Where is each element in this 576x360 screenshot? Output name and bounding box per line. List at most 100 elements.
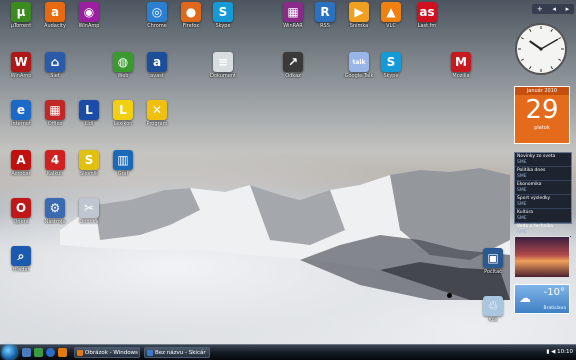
desktop-icon-globe[interactable]: ◍ Web — [106, 52, 140, 79]
desktop-icon-winamp[interactable]: ◉ WinAmp — [72, 2, 106, 29]
desktop-icon-label: Odkaz — [285, 73, 301, 79]
network-icon: ⌂ — [45, 52, 65, 72]
desktop-icon-shortcut[interactable]: ↗ Odkaz — [276, 52, 310, 79]
calendar-month: január 2010 — [515, 87, 569, 95]
desktop-icon-vlc[interactable]: ▲ VLC — [374, 2, 408, 29]
desktop-icon-label: WinAmp — [78, 23, 100, 29]
tools-icon: ⚙ — [45, 198, 65, 218]
desktop-icon-label: Hľadať — [12, 267, 30, 273]
feed-source: SME — [517, 215, 527, 221]
weather-temp: -10° — [543, 287, 565, 298]
winamp-icon: ◉ — [79, 2, 99, 22]
desktop-icon-computer[interactable]: ▣ Počítač — [476, 248, 510, 275]
desktop-icon-avast[interactable]: a avast — [140, 52, 174, 79]
browser-quicklaunch-icon[interactable] — [46, 348, 55, 357]
taskbar-button[interactable]: Bez názvu - Skicár — [144, 347, 210, 358]
desktop-icon-label: Mozilla — [452, 73, 470, 79]
chrome-icon: ◎ — [147, 2, 167, 22]
desktop-icon-winamp2[interactable]: W WinAmp — [4, 52, 38, 79]
desktop-icon-office[interactable]: ▦ Office — [38, 100, 72, 127]
scrabble-icon: S — [79, 150, 99, 170]
desktop-icon-scrabble[interactable]: S Slovník — [72, 150, 106, 177]
volume-icon[interactable]: ◀ — [551, 349, 555, 355]
desktop-icon-opera[interactable]: O Opera — [4, 198, 38, 225]
show-desktop-icon[interactable] — [22, 348, 31, 357]
desktop-icon-label: VLC — [386, 23, 396, 29]
desktop-icon-rss[interactable]: R RSS — [308, 2, 342, 29]
desktop-icon-label: Acrobat — [11, 171, 31, 177]
next-icon[interactable]: ▸ — [566, 5, 570, 13]
desktop-icon-label: Skype — [383, 73, 399, 79]
desktop-icon-app-4[interactable]: 4 Kalkul. — [38, 150, 72, 177]
calendar-weekday: piatok — [534, 125, 550, 131]
audacity-icon: a — [45, 2, 65, 22]
desktop-icon-audacity[interactable]: a Audacity — [38, 2, 72, 29]
weather-gadget[interactable]: ☁ -10° Bratislava — [514, 284, 570, 314]
desktop-icon-skype-top[interactable]: S Skype — [206, 2, 240, 29]
feed-item[interactable]: Veda a technika SME — [515, 223, 571, 237]
desktop-icon-label: Audacity — [44, 23, 66, 29]
desktop-icon-lastfm[interactable]: as Last.fm — [410, 2, 444, 29]
desktop-icon-label: avast — [150, 73, 164, 79]
slideshow-gadget[interactable] — [514, 236, 570, 278]
gtalk-icon: talk — [349, 52, 369, 72]
desktop-icon-search[interactable]: ⌕ Hľadať — [4, 246, 38, 273]
feed-item[interactable]: Novinky zo sveta SME — [515, 153, 571, 167]
desktop-icon-utorrent[interactable]: µ µTorrent — [4, 2, 38, 29]
desktop-icon-lexikon[interactable]: L Lexikón — [106, 100, 140, 127]
calendar-gadget[interactable]: január 2010 29 piatok — [514, 86, 570, 144]
taskbar-button[interactable]: Obrázok - Windows ... — [74, 347, 140, 358]
rss-icon: R — [315, 2, 335, 22]
feed-item[interactable]: Politika dnes SME — [515, 167, 571, 181]
window-icon — [77, 350, 83, 356]
clock-gadget[interactable] — [514, 22, 568, 76]
feed-item[interactable]: Šport výsledky SME — [515, 195, 571, 209]
calendar-day: 29 — [525, 95, 559, 125]
desktop-icon-doc[interactable]: ≡ Dokument — [206, 52, 240, 79]
desktop-icon-lidl[interactable]: L Lidl — [72, 100, 106, 127]
desktop-icon-tools[interactable]: ⚙ Nástroje — [38, 198, 72, 225]
start-button[interactable] — [2, 345, 17, 360]
desktop-icon-chart-app[interactable]: ▥ Graf — [106, 150, 140, 177]
desktop-icon-recycle2[interactable]: ✂ Obnova — [72, 198, 106, 225]
desktop-icon-label: µTorrent — [10, 23, 32, 29]
prev-icon[interactable]: ◂ — [552, 5, 556, 13]
desktop-icon-label: Snímka — [349, 23, 369, 29]
app-4-icon: 4 — [45, 150, 65, 170]
desktop-icon-firefox[interactable]: ● Firefox — [174, 2, 208, 29]
feed-item[interactable]: Kultúra SME — [515, 209, 571, 223]
desktop-icon-label: Graf — [117, 171, 129, 177]
feed-headlines-gadget[interactable]: Novinky zo sveta SME Politika dnes SME Ekono… — [514, 152, 572, 237]
chart-app-icon: ▥ — [113, 150, 133, 170]
sidebar-controls[interactable]: + ◂ ▸ — [532, 4, 574, 14]
tray-clock[interactable]: 10:10 — [557, 349, 573, 355]
desktop-icon-recycle-bin[interactable]: ♲ Kôš — [476, 296, 510, 323]
opera-icon: O — [11, 198, 31, 218]
desktop-icon-app-m[interactable]: M Mozilla — [444, 52, 478, 79]
feed-item[interactable]: Ekonomika SME — [515, 181, 571, 195]
desktop-icon-label: Slovník — [79, 171, 99, 177]
desktop-icon-chrome[interactable]: ◎ Chrome — [140, 2, 174, 29]
desktop-icon-screen-cap[interactable]: ▶ Snímka — [342, 2, 376, 29]
shortcut-icon: ↗ — [283, 52, 303, 72]
desktop-icon-winrar[interactable]: ▦ WinRAR — [276, 2, 310, 29]
desktop-icon-app-x[interactable]: ✕ Program — [140, 100, 174, 127]
weather-city: Bratislava — [543, 306, 566, 311]
taskbar-button-label: Obrázok - Windows ... — [85, 350, 140, 356]
desktop-icon-acrobat[interactable]: A Acrobat — [4, 150, 38, 177]
desktop-icon-label: Počítač — [484, 269, 502, 275]
recycle-bin-icon: ♲ — [483, 296, 503, 316]
desktop-icon-label: WinAmp — [10, 73, 32, 79]
network-icon[interactable]: ▮ — [546, 349, 549, 355]
desktop-icon-label: Program — [146, 121, 168, 127]
add-gadget-icon[interactable]: + — [537, 5, 543, 13]
media-quicklaunch-icon[interactable] — [58, 348, 67, 357]
cursor-dot — [447, 293, 452, 298]
desktop-icon-ie[interactable]: e Internet — [4, 100, 38, 127]
window-icon — [147, 350, 153, 356]
desktop-icon-label: Dokument — [210, 73, 236, 79]
desktop-icon-gtalk[interactable]: talk Google Talk — [342, 52, 376, 79]
switch-windows-icon[interactable] — [34, 348, 43, 357]
desktop-icon-skype[interactable]: S Skype — [374, 52, 408, 79]
desktop-icon-network[interactable]: ⌂ Sieť — [38, 52, 72, 79]
